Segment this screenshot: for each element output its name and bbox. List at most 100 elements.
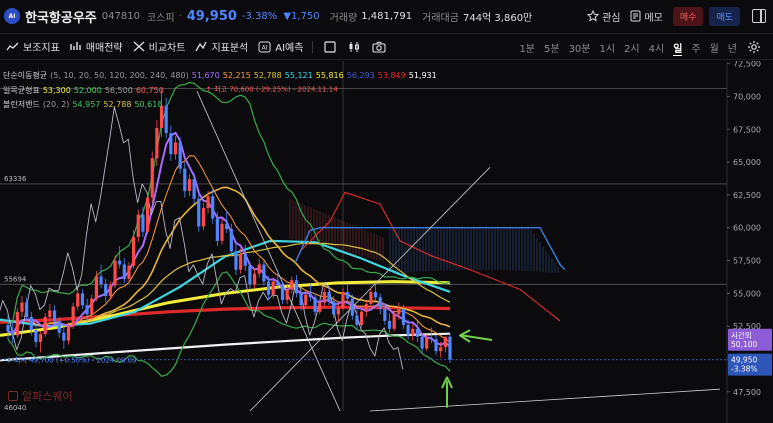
candle-body[interactable]	[336, 307, 340, 315]
candle-body[interactable]	[132, 236, 136, 266]
candle-body[interactable]	[229, 229, 233, 252]
candle-body[interactable]	[350, 298, 354, 316]
stock-name[interactable]: 한국항공우주	[25, 7, 97, 26]
candle-body[interactable]	[448, 336, 452, 360]
side-panel-toggle-icon[interactable]	[752, 9, 766, 23]
candle-body[interactable]	[439, 347, 443, 352]
candle-body[interactable]	[415, 328, 420, 337]
candle-body[interactable]	[285, 289, 289, 300]
candle-body[interactable]	[34, 330, 38, 342]
candle-body[interactable]	[6, 324, 10, 332]
candle-body[interactable]	[332, 301, 336, 315]
ichimoku-legend[interactable]: 일목균형표 53,300 52,000 56,500 60,750	[3, 85, 170, 96]
candle-body[interactable]	[443, 336, 447, 348]
memo-button[interactable]: 메모	[630, 9, 663, 24]
candle-body[interactable]	[257, 264, 261, 274]
candle-body[interactable]	[66, 326, 71, 341]
candle-body[interactable]	[113, 260, 117, 286]
candle-body[interactable]	[327, 292, 331, 302]
sell-button[interactable]: 매도	[709, 6, 740, 26]
candle-body[interactable]	[364, 303, 368, 312]
candle-body[interactable]	[29, 317, 33, 331]
compare-chart-button[interactable]: 비교차트	[133, 39, 185, 54]
candle-body[interactable]	[192, 179, 196, 199]
period-tab-1[interactable]: 5분	[544, 40, 560, 55]
candle-body[interactable]	[15, 311, 19, 336]
candle-body[interactable]	[169, 133, 173, 155]
candle-body[interactable]	[197, 198, 201, 227]
indicator-button[interactable]: 보조지표	[6, 39, 60, 54]
candle-body[interactable]	[425, 338, 429, 349]
candle-body[interactable]	[429, 338, 433, 340]
candle-body[interactable]	[266, 281, 271, 295]
chart-type-button[interactable]	[348, 41, 360, 53]
candle-body[interactable]	[62, 332, 66, 341]
candle-body[interactable]	[206, 196, 210, 209]
candle-body[interactable]	[90, 298, 94, 315]
candle-body[interactable]	[373, 292, 378, 298]
candle-body[interactable]	[178, 142, 182, 169]
candle-body[interactable]	[341, 292, 345, 308]
candle-body[interactable]	[80, 293, 85, 306]
candle-body[interactable]	[248, 265, 252, 285]
candle-body[interactable]	[141, 214, 145, 232]
candle-body[interactable]	[290, 280, 294, 290]
candle-body[interactable]	[392, 314, 396, 329]
indicator-analysis-button[interactable]: 지표분석	[195, 39, 248, 54]
period-tab-2[interactable]: 30분	[569, 40, 591, 55]
candle-body[interactable]	[211, 196, 215, 219]
candle-body[interactable]	[387, 320, 392, 329]
candle-body[interactable]	[360, 311, 364, 325]
candle-body[interactable]	[104, 284, 108, 296]
candle-body[interactable]	[220, 223, 224, 241]
candle-body[interactable]	[383, 309, 387, 321]
candle-body[interactable]	[406, 324, 410, 336]
candle-body[interactable]	[401, 309, 406, 325]
watchlist-button[interactable]: 관심	[587, 9, 620, 24]
strategy-button[interactable]: 매매전략	[70, 39, 123, 54]
candle-body[interactable]	[262, 264, 266, 282]
candle-body[interactable]	[71, 306, 75, 327]
candle-body[interactable]	[434, 339, 438, 352]
candle-body[interactable]	[11, 331, 15, 336]
candle-body[interactable]	[299, 293, 303, 306]
candle-body[interactable]	[276, 281, 280, 286]
candle-body[interactable]	[397, 309, 401, 315]
candle-body[interactable]	[201, 208, 206, 227]
candle-body[interactable]	[243, 253, 247, 266]
candle-body[interactable]	[313, 297, 317, 312]
period-tab-0[interactable]: 1분	[519, 40, 535, 55]
period-tab-6[interactable]: 일	[673, 40, 683, 56]
candle-body[interactable]	[411, 328, 415, 336]
candle-body[interactable]	[155, 127, 159, 159]
candle-body[interactable]	[308, 294, 313, 298]
candle-body[interactable]	[94, 276, 98, 299]
candle-body[interactable]	[304, 294, 308, 306]
candle-body[interactable]	[183, 168, 187, 191]
period-tab-3[interactable]: 1시	[600, 40, 616, 55]
candle-body[interactable]	[346, 292, 350, 299]
candle-body[interactable]	[20, 302, 24, 312]
sma-legend[interactable]: 단순이동평균 (5, 10, 20, 50, 120, 200, 240, 480…	[3, 70, 443, 81]
candle-body[interactable]	[127, 265, 131, 279]
candle-body[interactable]	[322, 292, 326, 303]
candle-body[interactable]	[52, 310, 57, 321]
period-tab-8[interactable]: 월	[710, 40, 719, 55]
candle-body[interactable]	[355, 315, 359, 325]
candle-body[interactable]	[173, 142, 178, 155]
screenshot-button[interactable]	[372, 41, 387, 53]
candle-body[interactable]	[271, 281, 275, 295]
period-tab-7[interactable]: 주	[691, 40, 700, 55]
bollinger-legend[interactable]: 볼린저밴드 (20, 2) 54,957 52,788 50,618	[3, 99, 168, 110]
candle-body[interactable]	[25, 302, 29, 318]
candle-body[interactable]	[239, 253, 243, 270]
period-tab-5[interactable]: 4시	[649, 40, 665, 55]
candle-body[interactable]	[118, 260, 122, 265]
candle-body[interactable]	[38, 334, 43, 342]
candle-body[interactable]	[420, 336, 424, 349]
candle-body[interactable]	[48, 310, 52, 318]
candle-body[interactable]	[234, 251, 238, 270]
period-tab-4[interactable]: 2시	[624, 40, 640, 55]
ai-forecast-button[interactable]: AI AI예측	[258, 39, 303, 54]
candle-body[interactable]	[145, 197, 150, 232]
